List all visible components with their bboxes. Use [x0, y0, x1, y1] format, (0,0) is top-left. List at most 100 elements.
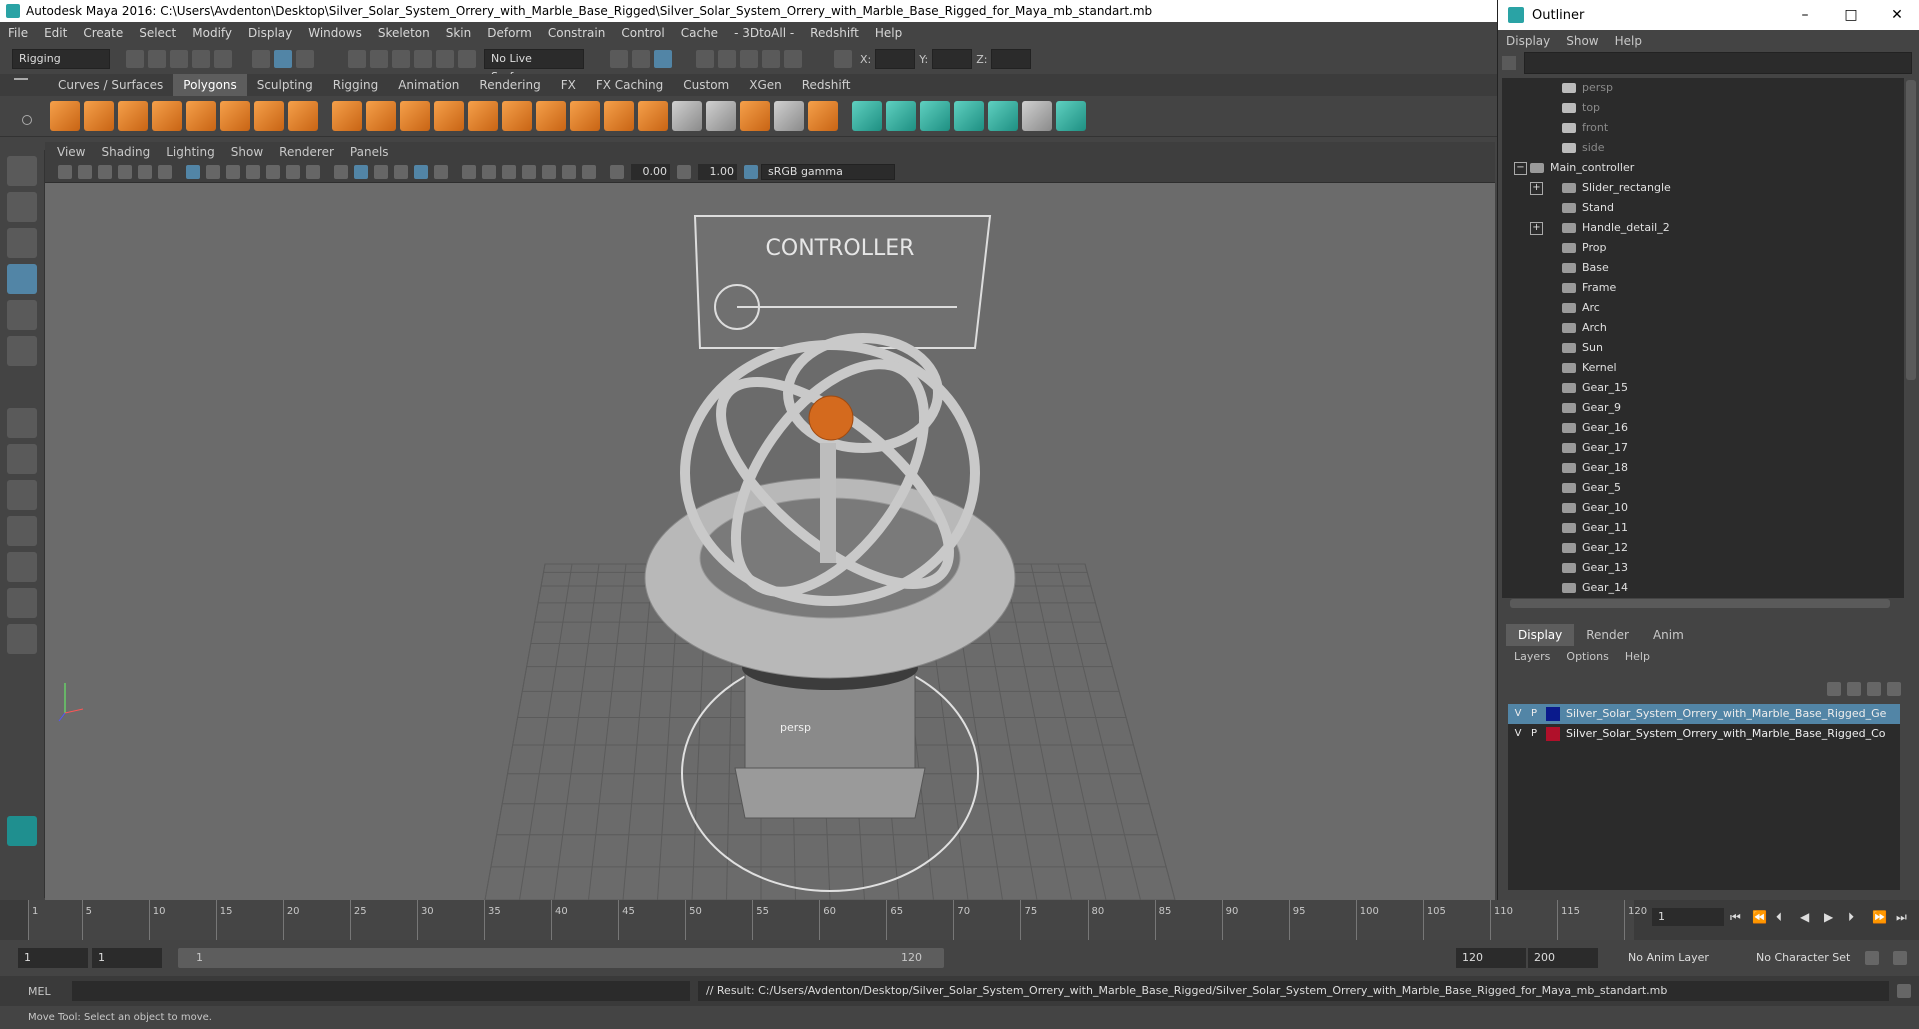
menu-item[interactable]: Control [613, 26, 672, 40]
start-time-field[interactable]: 1 [18, 948, 88, 968]
outliner-item[interactable]: Gear_11 [1502, 518, 1904, 538]
outliner-menu-item[interactable]: Display [1498, 34, 1558, 48]
shelf-tab[interactable]: Animation [388, 74, 469, 96]
xray-components-icon[interactable] [582, 165, 596, 179]
step-back-key-icon[interactable]: ⏪ [1752, 910, 1767, 924]
outliner-item[interactable]: − Main_controller [1502, 158, 1904, 178]
separate-icon[interactable] [366, 101, 396, 131]
exposure-icon[interactable] [610, 165, 624, 179]
bridge-icon[interactable] [536, 101, 566, 131]
layer-row[interactable]: V P Silver_Solar_System_Orrery_with_Marble… [1508, 724, 1900, 744]
outliner-item[interactable]: Base [1502, 258, 1904, 278]
select-component-icon[interactable] [296, 50, 314, 68]
layer-color-swatch[interactable] [1546, 727, 1560, 741]
colorspace-dropdown[interactable]: sRGB gamma [761, 164, 895, 180]
panel-menu-item[interactable]: Panels [342, 145, 397, 159]
auto-key-icon[interactable] [1865, 951, 1879, 965]
multi-cut-icon[interactable] [672, 101, 702, 131]
paint-select-tool-icon[interactable] [7, 228, 37, 258]
outliner-item[interactable]: persp [1502, 78, 1904, 98]
snap-view-icon[interactable] [414, 50, 432, 68]
x-field[interactable] [875, 49, 916, 69]
panel-menu-item[interactable]: Renderer [271, 145, 342, 159]
outliner-search-input[interactable] [1524, 52, 1912, 74]
expand-toggle-icon[interactable]: − [1514, 162, 1527, 175]
collapse-icon[interactable] [808, 101, 838, 131]
visibility-toggle[interactable]: V [1512, 707, 1524, 721]
command-input[interactable] [72, 981, 690, 1001]
ambient-occlusion-icon[interactable] [482, 165, 496, 179]
checker-icon[interactable] [1022, 101, 1052, 131]
poly-cube-icon[interactable] [84, 101, 114, 131]
end-time-field[interactable]: 200 [1528, 948, 1598, 968]
select-hierarchy-icon[interactable] [252, 50, 270, 68]
resolution-gate-icon[interactable] [226, 165, 240, 179]
outliner-item[interactable]: front [1502, 118, 1904, 138]
textured-icon[interactable] [414, 165, 428, 179]
cylindrical-uv-icon[interactable] [886, 101, 916, 131]
new-layer-icon[interactable] [1867, 682, 1881, 696]
gate-mask-icon[interactable] [246, 165, 260, 179]
outliner-item[interactable]: Stand [1502, 198, 1904, 218]
sun-sphere[interactable] [808, 395, 854, 441]
poly-plane-icon[interactable] [186, 101, 216, 131]
color-management-icon[interactable] [744, 165, 758, 179]
outliner-item[interactable]: Gear_18 [1502, 458, 1904, 478]
y-field[interactable] [932, 49, 973, 69]
film-gate-icon[interactable] [206, 165, 220, 179]
snap-grid-icon[interactable] [348, 50, 366, 68]
maximize-icon[interactable]: □ [1828, 7, 1874, 23]
construction-history-icon[interactable] [654, 50, 672, 68]
grid-icon[interactable] [186, 165, 200, 179]
character-set-dropdown[interactable]: No Character Set [1750, 948, 1856, 968]
preferences-icon[interactable] [1893, 951, 1907, 965]
step-forward-frame-icon[interactable]: ⏵ [1848, 910, 1860, 924]
uv-tools-icon[interactable] [1056, 101, 1086, 131]
menu-item[interactable]: Constrain [540, 26, 614, 40]
layer-tab[interactable]: Anim [1641, 624, 1696, 646]
outliner-persp-layout-icon[interactable] [7, 552, 37, 582]
insert-loop-icon[interactable] [706, 101, 736, 131]
expand-toggle-icon[interactable]: + [1530, 182, 1543, 195]
outliner-item[interactable]: Arc [1502, 298, 1904, 318]
shelf-tab[interactable]: FX [551, 74, 586, 96]
outliner-menu-item[interactable]: Show [1558, 34, 1606, 48]
shelf-menu-icon[interactable] [14, 78, 28, 80]
input-ops-icon[interactable] [610, 50, 628, 68]
wireframe-icon[interactable] [334, 165, 348, 179]
select-tool-icon[interactable] [7, 156, 37, 186]
panel-menu-item[interactable]: View [49, 145, 93, 159]
go-to-start-icon[interactable]: ⏮ [1730, 910, 1742, 924]
antialiasing-icon[interactable] [502, 165, 516, 179]
menu-item[interactable]: Modify [184, 26, 240, 40]
shelf-tab[interactable]: Curves / Surfaces [48, 74, 173, 96]
menu-item[interactable]: Edit [36, 26, 75, 40]
panel-menu-item[interactable]: Show [223, 145, 271, 159]
z-field[interactable] [991, 49, 1032, 69]
outliner-item[interactable]: side [1502, 138, 1904, 158]
xray-joints-icon[interactable] [562, 165, 576, 179]
menu-item[interactable]: Cache [673, 26, 726, 40]
outliner-item[interactable]: + Slider_rectangle [1502, 178, 1904, 198]
timeline-ticks[interactable]: 1 5 10 15 20 25 30 35 40 45 50 55 60 65 70 75 80 85 90 95 10… [28, 900, 1647, 940]
current-frame-field[interactable]: 1 [1652, 908, 1724, 926]
new-layer-selected-icon[interactable] [1887, 682, 1901, 696]
save-scene-icon[interactable] [170, 50, 188, 68]
render-view-icon[interactable] [696, 50, 714, 68]
playback-end-field[interactable]: 120 [1456, 948, 1526, 968]
outliner-item[interactable]: Frame [1502, 278, 1904, 298]
panel-menu-item[interactable]: Lighting [158, 145, 223, 159]
poly-cone-icon[interactable] [152, 101, 182, 131]
panel-menu-item[interactable]: Shading [93, 145, 158, 159]
layer-tab[interactable]: Render [1574, 624, 1641, 646]
field-chart-icon[interactable] [266, 165, 280, 179]
shelf-tab[interactable]: XGen [739, 74, 792, 96]
menu-item[interactable]: Select [131, 26, 184, 40]
wireframe-on-shaded-icon[interactable] [394, 165, 408, 179]
ipr-render-icon[interactable] [740, 50, 758, 68]
isolate-select-icon[interactable] [522, 165, 536, 179]
minimize-icon[interactable]: – [1782, 7, 1828, 23]
planar-uv-icon[interactable] [852, 101, 882, 131]
render-settings-icon[interactable] [762, 50, 780, 68]
two-pane-side-layout-icon[interactable] [7, 480, 37, 510]
